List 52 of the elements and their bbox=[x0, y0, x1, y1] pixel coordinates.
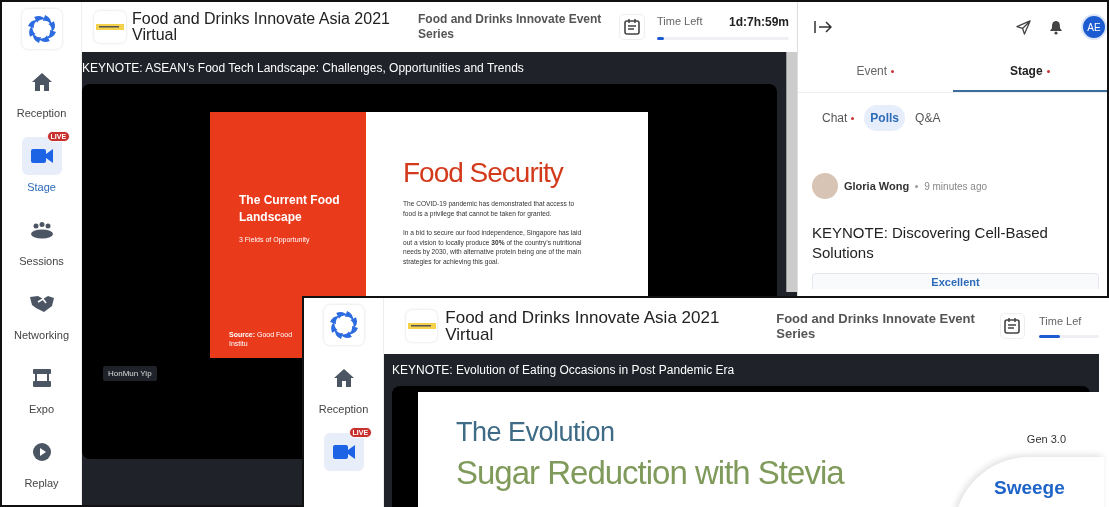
audience-icon bbox=[29, 221, 54, 239]
time-left-label: Time Lef bbox=[1039, 314, 1082, 327]
collapse-panel-icon[interactable] bbox=[814, 20, 832, 34]
sub-tab[interactable]: Polls bbox=[864, 105, 906, 131]
video-camera-icon bbox=[30, 148, 53, 164]
notification-bell-icon[interactable] bbox=[1049, 19, 1063, 35]
slide-tag: Gen 3.0 bbox=[1026, 433, 1066, 445]
brand-text: Sweege bbox=[994, 477, 1065, 498]
countdown-text: 1d:7h:59m bbox=[728, 14, 789, 29]
poll-question: KEYNOTE: Discovering Cell-Based Solutions bbox=[811, 223, 1049, 263]
series-name: Food and Drinks Innovate Event Series bbox=[776, 311, 976, 341]
user-avatar[interactable]: AE bbox=[1081, 14, 1107, 40]
home-icon bbox=[31, 73, 52, 91]
event-logo-icon bbox=[407, 320, 436, 332]
handshake-icon bbox=[29, 295, 54, 313]
nav-label[interactable]: Expo bbox=[28, 403, 55, 415]
nav-label[interactable]: Replay bbox=[24, 477, 59, 489]
speaker-name-tag: HonMun Yip bbox=[103, 366, 157, 381]
event-logo-icon bbox=[96, 21, 124, 33]
nav-icon-tile[interactable] bbox=[323, 433, 364, 471]
post-time: 9 minutes ago bbox=[924, 180, 987, 192]
nav-label[interactable]: Networking bbox=[14, 329, 69, 341]
series-name: Food and Drinks Innovate Event Series bbox=[418, 12, 603, 42]
slide-heading: Food Security bbox=[403, 157, 565, 189]
home-icon bbox=[333, 369, 354, 387]
nav-label[interactable]: Sessions bbox=[19, 255, 64, 267]
slide-left-title: The Current Food Landscape bbox=[239, 192, 341, 226]
avatar-circle bbox=[812, 173, 838, 199]
time-left-label: Time Left bbox=[657, 14, 703, 29]
calendar-icon[interactable] bbox=[1002, 316, 1023, 336]
video-camera-icon bbox=[332, 444, 355, 460]
event-title: Food and Drinks Innovate Asia 2021 Virtual bbox=[445, 309, 721, 343]
sub-tab[interactable]: Q&A bbox=[909, 105, 947, 131]
event-title: Food and Drinks Innovate Asia 2021 Virtual bbox=[132, 11, 391, 43]
sub-tab[interactable]: Chat bbox=[816, 105, 861, 131]
panel-tab[interactable]: Stage bbox=[952, 52, 1107, 92]
slide-subtitle: Sugar Reduction with Stevia bbox=[456, 454, 844, 492]
slide-title: The Evolution bbox=[456, 417, 616, 448]
scrollbar[interactable] bbox=[786, 52, 797, 292]
author-name: Gloria Wong bbox=[844, 180, 910, 192]
send-icon[interactable] bbox=[1016, 19, 1031, 35]
booth-icon bbox=[31, 368, 52, 388]
nav-label[interactable]: Reception bbox=[318, 403, 369, 415]
panel-tab[interactable]: Event bbox=[798, 52, 953, 92]
play-icon bbox=[32, 443, 51, 461]
nav-icon-tile[interactable] bbox=[21, 137, 62, 175]
nav-label[interactable]: Reception bbox=[16, 107, 67, 119]
session-title: KEYNOTE: Evolution of Eating Occasions in Post Pandemic Era bbox=[392, 362, 736, 379]
calendar-icon[interactable] bbox=[622, 17, 642, 37]
session-title: KEYNOTE: ASEAN’s Food Tech Landscape: Challenges, Opportunities and Trends bbox=[82, 60, 525, 77]
poll-option[interactable]: Excellent bbox=[812, 273, 1099, 289]
nav-label[interactable]: Stage bbox=[27, 181, 56, 193]
